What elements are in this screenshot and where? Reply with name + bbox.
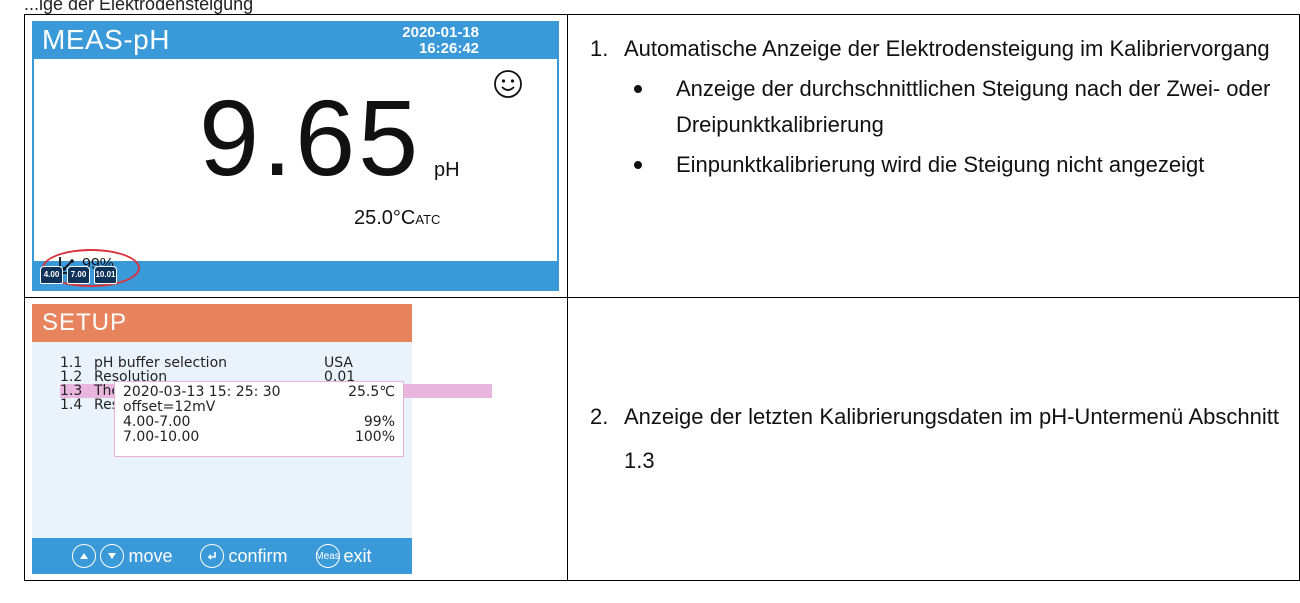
ph-reading: 9.65 [199, 77, 422, 198]
screen-cell-meas: MEAS-pH 2020-01-18 16:26:42 9.65 pH 25.0… [24, 14, 568, 298]
slope-range: 7.00-10.00 [123, 429, 200, 445]
exit-label: exit [343, 545, 372, 566]
setup-footer: move confirm Meas exit [32, 538, 412, 574]
item-2: 2. Anzeige der letzten Kalibrierungsdate… [590, 395, 1279, 483]
item-text: Automatische Anzeige der Elektrodensteig… [623, 36, 1270, 61]
temp-mode: ATC [415, 212, 441, 227]
setup-screen: SETUP 1.1 pH buffer selection USA 1.2 Resol… [32, 304, 492, 574]
description-cell-2: 2. Anzeige der letzten Kalibrierungsdate… [566, 297, 1300, 581]
buffer-icon: 4.00 [40, 266, 63, 284]
confirm-hint: confirm [200, 544, 288, 568]
move-label: move [128, 545, 173, 566]
buffer-icon: 7.00 [67, 266, 90, 284]
up-arrow-icon[interactable] [72, 544, 97, 568]
datetime: 2020-01-18 16:26:42 [402, 25, 479, 57]
meas-screen: MEAS-pH 2020-01-18 16:26:42 9.65 pH 25.0… [32, 21, 559, 291]
meas-key-icon[interactable]: Meas [315, 544, 340, 568]
slope-range: 4.00-7.00 [123, 414, 191, 430]
calibration-popup: 2020-03-13 15: 25: 30 25.5℃ offset=12mV 4… [114, 381, 404, 457]
screen-cell-setup: SETUP 1.1 pH buffer selection USA 1.2 Resol… [24, 297, 568, 581]
down-arrow-icon[interactable] [100, 544, 125, 568]
item-text: Anzeige der letzten Kalibrierungsdaten i… [623, 404, 1279, 473]
item-number: 2. [589, 404, 609, 429]
table-row: SETUP 1.1 pH buffer selection USA 1.2 Resol… [24, 297, 1300, 581]
list-item: Einpunktkalibrierung wird die Steigung n… [624, 147, 1279, 183]
document-table: MEAS-pH 2020-01-18 16:26:42 9.65 pH 25.0… [24, 14, 1300, 581]
exit-hint: Meas exit [315, 544, 372, 568]
buffer-icon: 10.01 [94, 266, 117, 284]
ph-unit: pH [434, 159, 460, 181]
bullet-list: Anzeige der durchschnittlichen Steigung … [624, 71, 1279, 183]
move-hint: move [72, 544, 172, 568]
meas-header: MEAS-pH 2020-01-18 16:26:42 [32, 21, 559, 59]
smiley-icon [494, 70, 522, 98]
mode-title: MEAS-pH [42, 24, 170, 55]
menu-row[interactable]: 1.1 pH buffer selection USA [60, 356, 492, 370]
slope-percent: 99% [363, 414, 395, 430]
buffer-footer: 4.00 7.00 10.01 [34, 261, 117, 291]
temperature-value: 25.0°C [354, 207, 416, 229]
temperature: 25.0°CATC [354, 207, 440, 230]
calibration-temp: 25.5℃ [348, 384, 395, 400]
calibration-offset: offset=12mV [123, 399, 216, 415]
confirm-label: confirm [228, 545, 288, 566]
caption-fragment: ...ige der Elektrodensteigung [24, 0, 254, 14]
slope-percent: 100% [354, 429, 395, 445]
date: 2020-01-18 [402, 24, 479, 41]
time: 16:26:42 [418, 40, 479, 57]
item-1: 1. Automatische Anzeige der Elektrodenst… [590, 31, 1279, 67]
table-row: MEAS-pH 2020-01-18 16:26:42 9.65 pH 25.0… [24, 14, 1300, 298]
bullet-icon [633, 85, 642, 93]
list-item: Anzeige der durchschnittlichen Steigung … [624, 71, 1279, 143]
item-number: 1. [589, 36, 609, 61]
description-cell-1: 1. Automatische Anzeige der Elektrodenst… [566, 14, 1300, 298]
enter-icon[interactable] [200, 544, 225, 568]
bullet-icon [633, 161, 642, 169]
calibration-timestamp: 2020-03-13 15: 25: 30 [123, 384, 281, 400]
meas-body: 9.65 pH 25.0°CATC 99% [34, 59, 557, 287]
setup-header: SETUP [32, 304, 412, 342]
